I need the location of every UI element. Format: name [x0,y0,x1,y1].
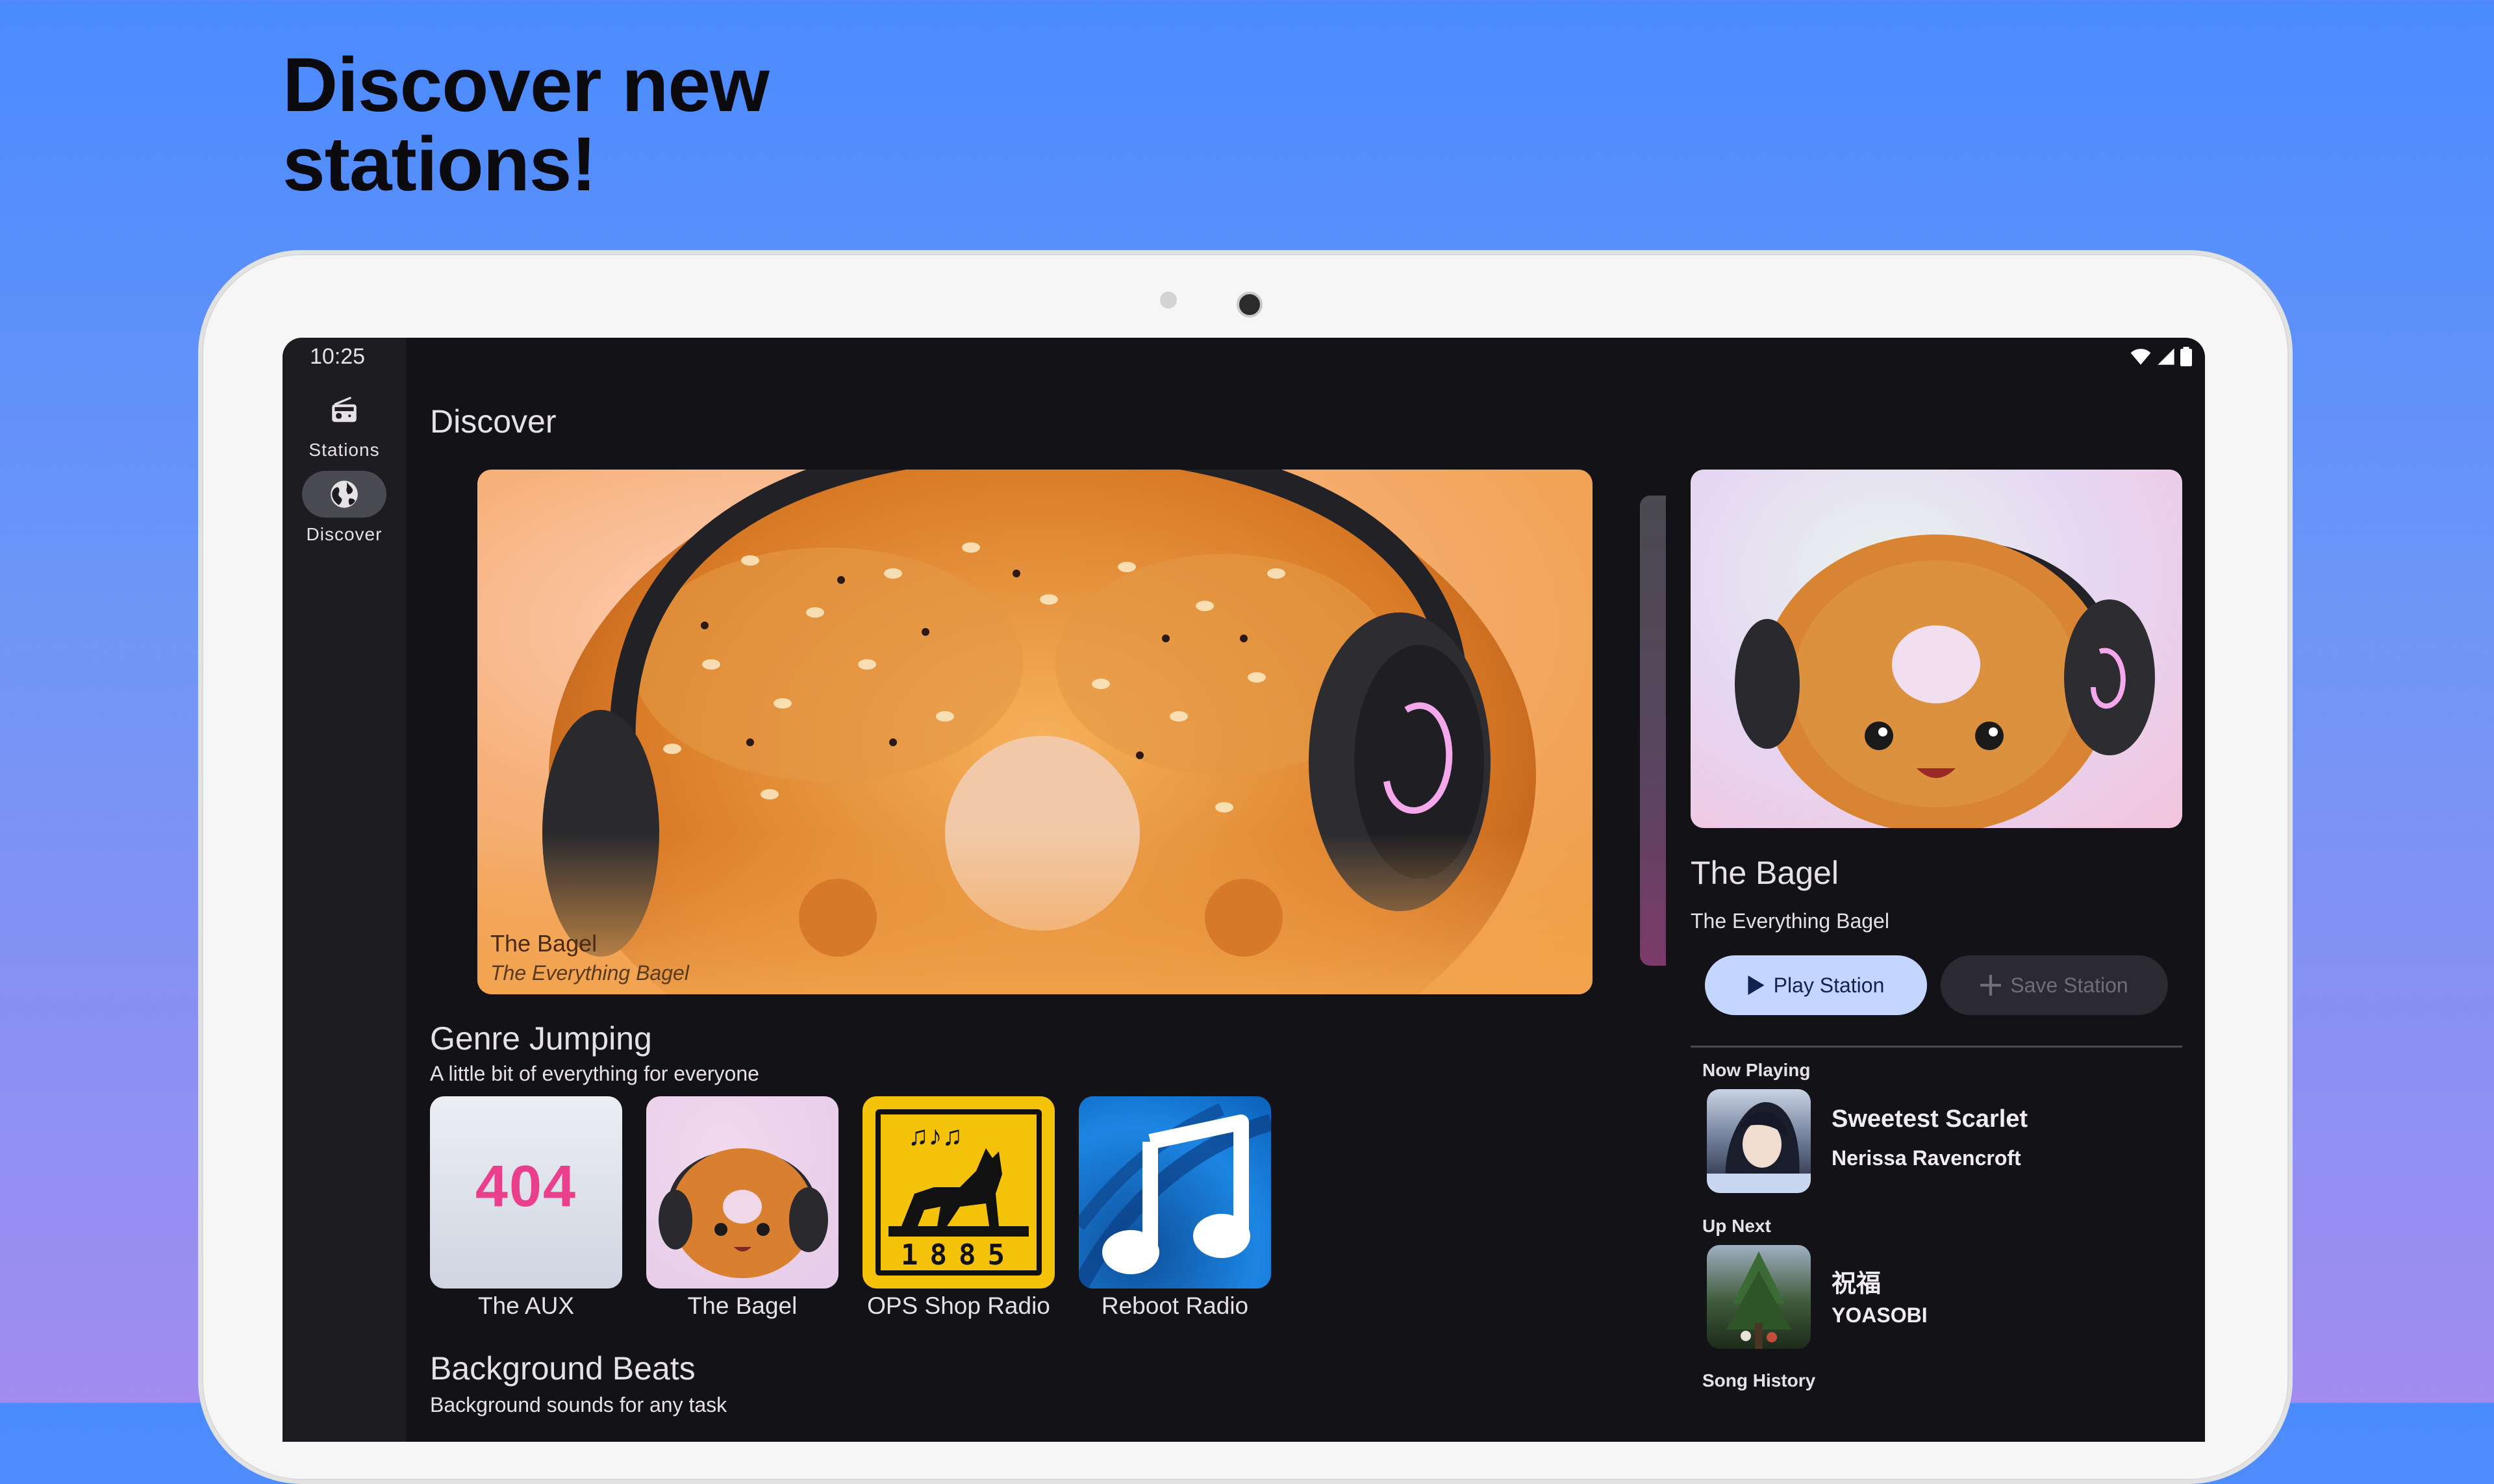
station-label-reboot-radio: Reboot Radio [1101,1292,1249,1319]
app-screen: 10:25 Stations Discover Discover The Bag… [283,338,2205,1442]
hero-caption: The Bagel The Everything Bagel [490,930,689,985]
station-tile-reboot-radio[interactable] [1079,1096,1271,1289]
navigation-rail: 10:25 Stations Discover [283,338,406,1442]
light-sensor [1160,292,1177,308]
section-subtitle-background-beats: Background sounds for any task [430,1393,727,1416]
bagel-mascot [659,1148,828,1278]
up-next-label: Up Next [1702,1216,1771,1236]
carousel-next-peek[interactable] [1640,496,1666,966]
play-station-label: Play Station [1773,973,1885,997]
svg-text:♫♪♫: ♫♪♫ [908,1120,963,1151]
now-playing-artist: Nerissa Ravencroft [1832,1146,2021,1170]
page-title: Discover [430,403,557,440]
bagel-character-illustration [1735,534,2155,828]
status-time: 10:25 [310,344,366,369]
bagel-illustration [477,470,1593,994]
save-station-button[interactable]: Save Station [1941,955,2168,1015]
wifi-icon [2130,349,2151,365]
front-camera [1237,292,1263,318]
stations-pill [302,386,386,433]
hero-title: The Bagel [490,930,598,957]
status-icons [2130,347,2192,366]
now-playing-title: Sweetest Scarlet [1832,1105,2028,1133]
song-history-label: Song History [1702,1370,1816,1390]
discover-pill [302,471,386,518]
station-tile-ops-shop-radio[interactable]: ♫♪♫ 1885 [863,1096,1055,1289]
up-next-art [1707,1245,1811,1349]
station-label-the-bagel: The Bagel [687,1292,798,1319]
nav-item-discover[interactable]: Discover [283,471,406,545]
signal-icon [2158,348,2174,365]
plus-icon [1980,975,2002,996]
save-station-label: Save Station [2010,973,2128,997]
section-subtitle-genre-jumping: A little bit of everything for everyone [430,1062,759,1085]
up-next-artist: YOASOBI [1832,1303,1928,1327]
nav-item-stations[interactable]: Stations [283,386,406,460]
play-station-button[interactable]: Play Station [1705,955,1927,1015]
headline: Discover new stations! [283,42,770,207]
ops-art-text: 1885 [901,1239,1016,1272]
nav-label-discover: Discover [306,524,383,544]
hero-subtitle: The Everything Bagel [490,961,689,985]
now-playing-art [1707,1089,1811,1193]
aux-art-text: 404 [475,1154,577,1219]
music-note-icon [1079,1103,1271,1289]
battery-icon [2180,347,2192,366]
station-tile-the-aux[interactable]: 404 [430,1096,622,1289]
detail-divider [1691,1046,2182,1048]
headline-line-1: Discover new [283,42,770,128]
detail-station-art [1691,470,2182,828]
headline-line-2: stations! [283,121,597,207]
hero-card[interactable]: The Bagel The Everything Bagel [477,470,1593,994]
detail-station-subtitle: The Everything Bagel [1691,909,1889,933]
station-tile-the-bagel[interactable] [646,1096,838,1289]
station-label-ops-shop-radio: OPS Shop Radio [867,1292,1050,1319]
now-playing-label: Now Playing [1702,1060,1811,1080]
play-icon [1748,975,1765,995]
station-label-the-aux: The AUX [477,1292,575,1319]
section-title-genre-jumping: Genre Jumping [430,1020,652,1057]
globe-icon [331,481,358,508]
radio-icon [332,396,357,422]
forest-scene-art [1726,1251,1791,1349]
section-title-background-beats: Background Beats [430,1350,696,1387]
anime-portrait-art [1707,1102,1811,1193]
nav-label-stations: Stations [309,440,380,460]
up-next-title: 祝福 [1832,1270,1882,1298]
detail-station-title: The Bagel [1691,855,1839,891]
